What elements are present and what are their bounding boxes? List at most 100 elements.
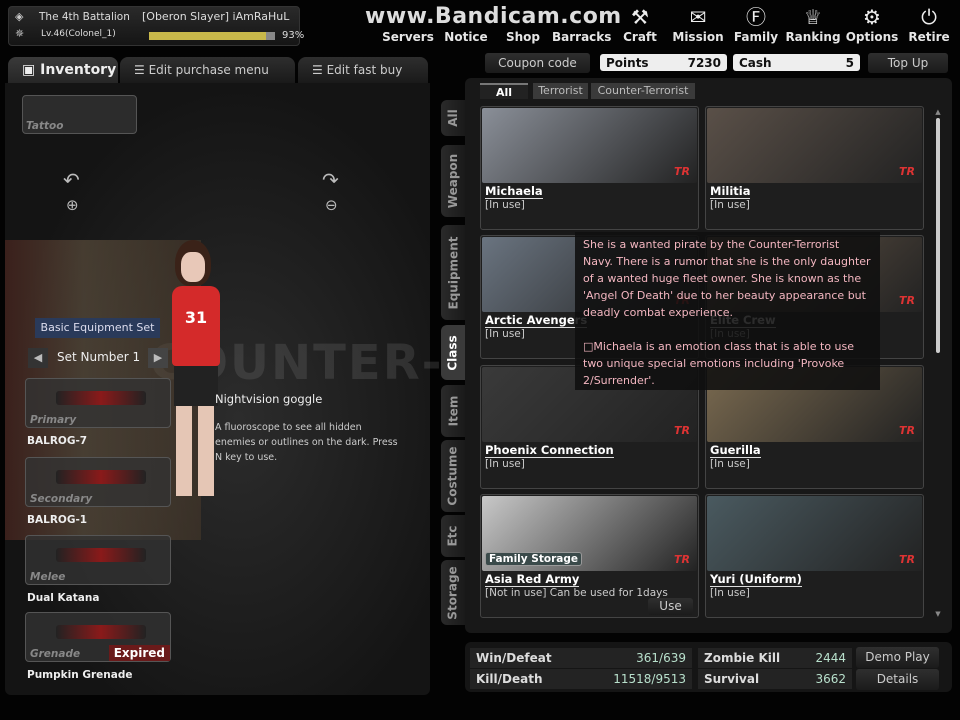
category-tab-storage[interactable]: Storage — [441, 560, 465, 625]
top-up-button[interactable]: Top Up — [868, 53, 948, 73]
zoom-out-icon[interactable]: ⊖ — [325, 196, 338, 214]
class-card[interactable]: TR Militia [In use] — [705, 106, 924, 230]
stat-value: 11518/9513 — [613, 672, 686, 686]
category-tab-label: All — [445, 109, 460, 127]
rotate-left-icon[interactable]: ↶ — [63, 168, 80, 192]
tooltip-paragraph-2: □Michaela is an emotion class that is ab… — [583, 340, 855, 387]
category-tab-costume[interactable]: Costume — [441, 440, 465, 512]
xp-bar-fill — [149, 32, 267, 40]
stat-survival: Survival 3662 — [698, 669, 852, 689]
nav-label: Servers — [382, 30, 434, 44]
set-prev-button[interactable]: ◀ — [28, 348, 48, 368]
category-tab-label: Storage — [446, 565, 460, 620]
clan-name: The 4th Battalion — [39, 11, 130, 23]
nav-retire[interactable]: ⏻ Retire — [900, 4, 958, 44]
tab-inventory[interactable]: ▣ Inventory — [8, 57, 118, 83]
category-tab-etc[interactable]: Etc — [441, 515, 465, 557]
inventory-icon: ▣ — [22, 62, 36, 78]
stat-value: 2444 — [815, 651, 846, 665]
scrollbar-thumb[interactable] — [936, 118, 940, 353]
nav-servers[interactable]: Servers — [379, 4, 437, 44]
player-panel: ◈ The 4th Battalion [Oberon Slayer] iAmR… — [8, 6, 304, 46]
demo-play-button[interactable]: Demo Play — [856, 647, 939, 668]
nav-options[interactable]: ⚙ Options — [843, 4, 901, 44]
stat-label: Kill/Death — [476, 672, 543, 686]
stat-win-defeat: Win/Defeat 361/639 — [470, 648, 692, 668]
weapon-name: Dual Katana — [27, 592, 100, 604]
class-status: [In use] — [710, 587, 750, 599]
weapon-image — [56, 391, 146, 405]
gear-icon: ⚙ — [863, 5, 881, 29]
points-value: 7230 — [687, 55, 721, 70]
filter-terrorist[interactable]: Terrorist — [533, 83, 588, 99]
stat-kill-death: Kill/Death 11518/9513 — [470, 669, 692, 689]
team-badge: TR — [899, 424, 915, 437]
player-name: [Oberon Slayer] iAmRaHuL — [142, 10, 290, 23]
team-badge: TR — [899, 553, 915, 566]
tooltip-paragraph-1: She is a wanted pirate by the Counter-Te… — [583, 238, 871, 319]
class-status: [In use] — [485, 199, 525, 211]
weapon-slot-melee[interactable]: Melee — [25, 535, 171, 585]
nav-notice[interactable]: Notice — [437, 4, 495, 44]
class-portrait — [482, 108, 697, 183]
category-tab-equipment[interactable]: Equipment — [441, 225, 465, 320]
points-label: Points — [606, 55, 649, 70]
nav-family[interactable]: Ⓕ Family — [727, 4, 785, 44]
stat-label: Survival — [704, 672, 760, 686]
details-button[interactable]: Details — [856, 669, 939, 690]
expired-badge: Expired — [108, 645, 170, 661]
class-card[interactable]: TR Yuri (Uniform) [In use] — [705, 494, 924, 618]
scroll-down-icon[interactable]: ▼ — [934, 610, 942, 618]
list-icon: ☰ — [134, 63, 145, 77]
class-status: [In use] — [485, 458, 525, 470]
weapon-name: Pumpkin Grenade — [27, 669, 133, 681]
class-name: Michaela — [485, 184, 543, 199]
class-card[interactable]: TR Michaela [In use] — [480, 106, 699, 230]
weapon-image — [56, 548, 146, 562]
item-tooltip-title: Nightvision goggle — [215, 392, 323, 406]
stats-panel: Win/Defeat 361/639 Kill/Death 11518/9513 Z… — [465, 642, 952, 692]
category-tab-all[interactable]: All — [441, 100, 465, 136]
class-card[interactable]: TR Family Storage Asia Red Army [Not in … — [480, 494, 699, 618]
nav-barracks[interactable]: Barracks — [552, 4, 611, 44]
tab-edit-fast-buy[interactable]: ☰ Edit fast buy — [298, 57, 428, 83]
weapon-slot-secondary[interactable]: Secondary — [25, 457, 171, 507]
weapon-slot-primary[interactable]: Primary — [25, 378, 171, 428]
zoom-in-icon[interactable]: ⊕ — [66, 196, 79, 214]
item-tooltip-desc: A fluoroscope to see all hidden enemies … — [215, 422, 398, 463]
scrollbar[interactable]: ▲ ▼ — [934, 108, 942, 618]
coupon-code-button[interactable]: Coupon code — [485, 53, 590, 73]
list-icon: ☰ — [312, 63, 323, 77]
category-tab-label: Weapon — [446, 153, 461, 209]
class-status: [In use] — [485, 328, 525, 340]
set-next-button[interactable]: ▶ — [148, 348, 168, 368]
category-tab-item[interactable]: Item — [441, 385, 465, 437]
use-button[interactable]: Use — [648, 598, 693, 615]
nav-craft[interactable]: ⚒ Craft — [611, 4, 669, 44]
trophy-icon: ♕ — [804, 5, 822, 29]
nav-shop[interactable]: Shop — [494, 4, 552, 44]
clan-emblem-icon: ◈ — [15, 10, 24, 23]
nav-mission[interactable]: ✉ Mission — [669, 4, 727, 44]
weapon-image — [56, 625, 146, 639]
filter-counter-terrorist[interactable]: Counter-Terrorist — [591, 83, 695, 99]
tab-label: Edit fast buy — [326, 63, 403, 77]
stat-label: Zombie Kill — [704, 651, 781, 665]
tattoo-slot[interactable]: Tattoo — [22, 95, 137, 134]
tab-edit-purchase-menu[interactable]: ☰ Edit purchase menu — [120, 57, 295, 83]
nav-ranking[interactable]: ♕ Ranking — [784, 4, 842, 44]
tattoo-label: Tattoo — [26, 120, 64, 132]
stat-value: 361/639 — [636, 651, 686, 665]
weapon-slot-grenade[interactable]: Grenade Expired — [25, 612, 171, 662]
nav-label: Notice — [444, 30, 488, 44]
stat-value: 3662 — [815, 672, 846, 686]
category-tab-label: Etc — [445, 525, 460, 547]
rotate-right-icon[interactable]: ↷ — [322, 168, 339, 192]
category-tab-weapon[interactable]: Weapon — [441, 145, 465, 217]
scroll-up-icon[interactable]: ▲ — [934, 108, 942, 116]
notice-icon — [437, 4, 495, 30]
player-level: Lv.46(Colonel_1) — [41, 29, 116, 39]
category-tab-class[interactable]: Class — [441, 325, 465, 380]
weapon-name: BALROG-7 — [27, 435, 88, 447]
filter-all[interactable]: All — [480, 83, 528, 99]
